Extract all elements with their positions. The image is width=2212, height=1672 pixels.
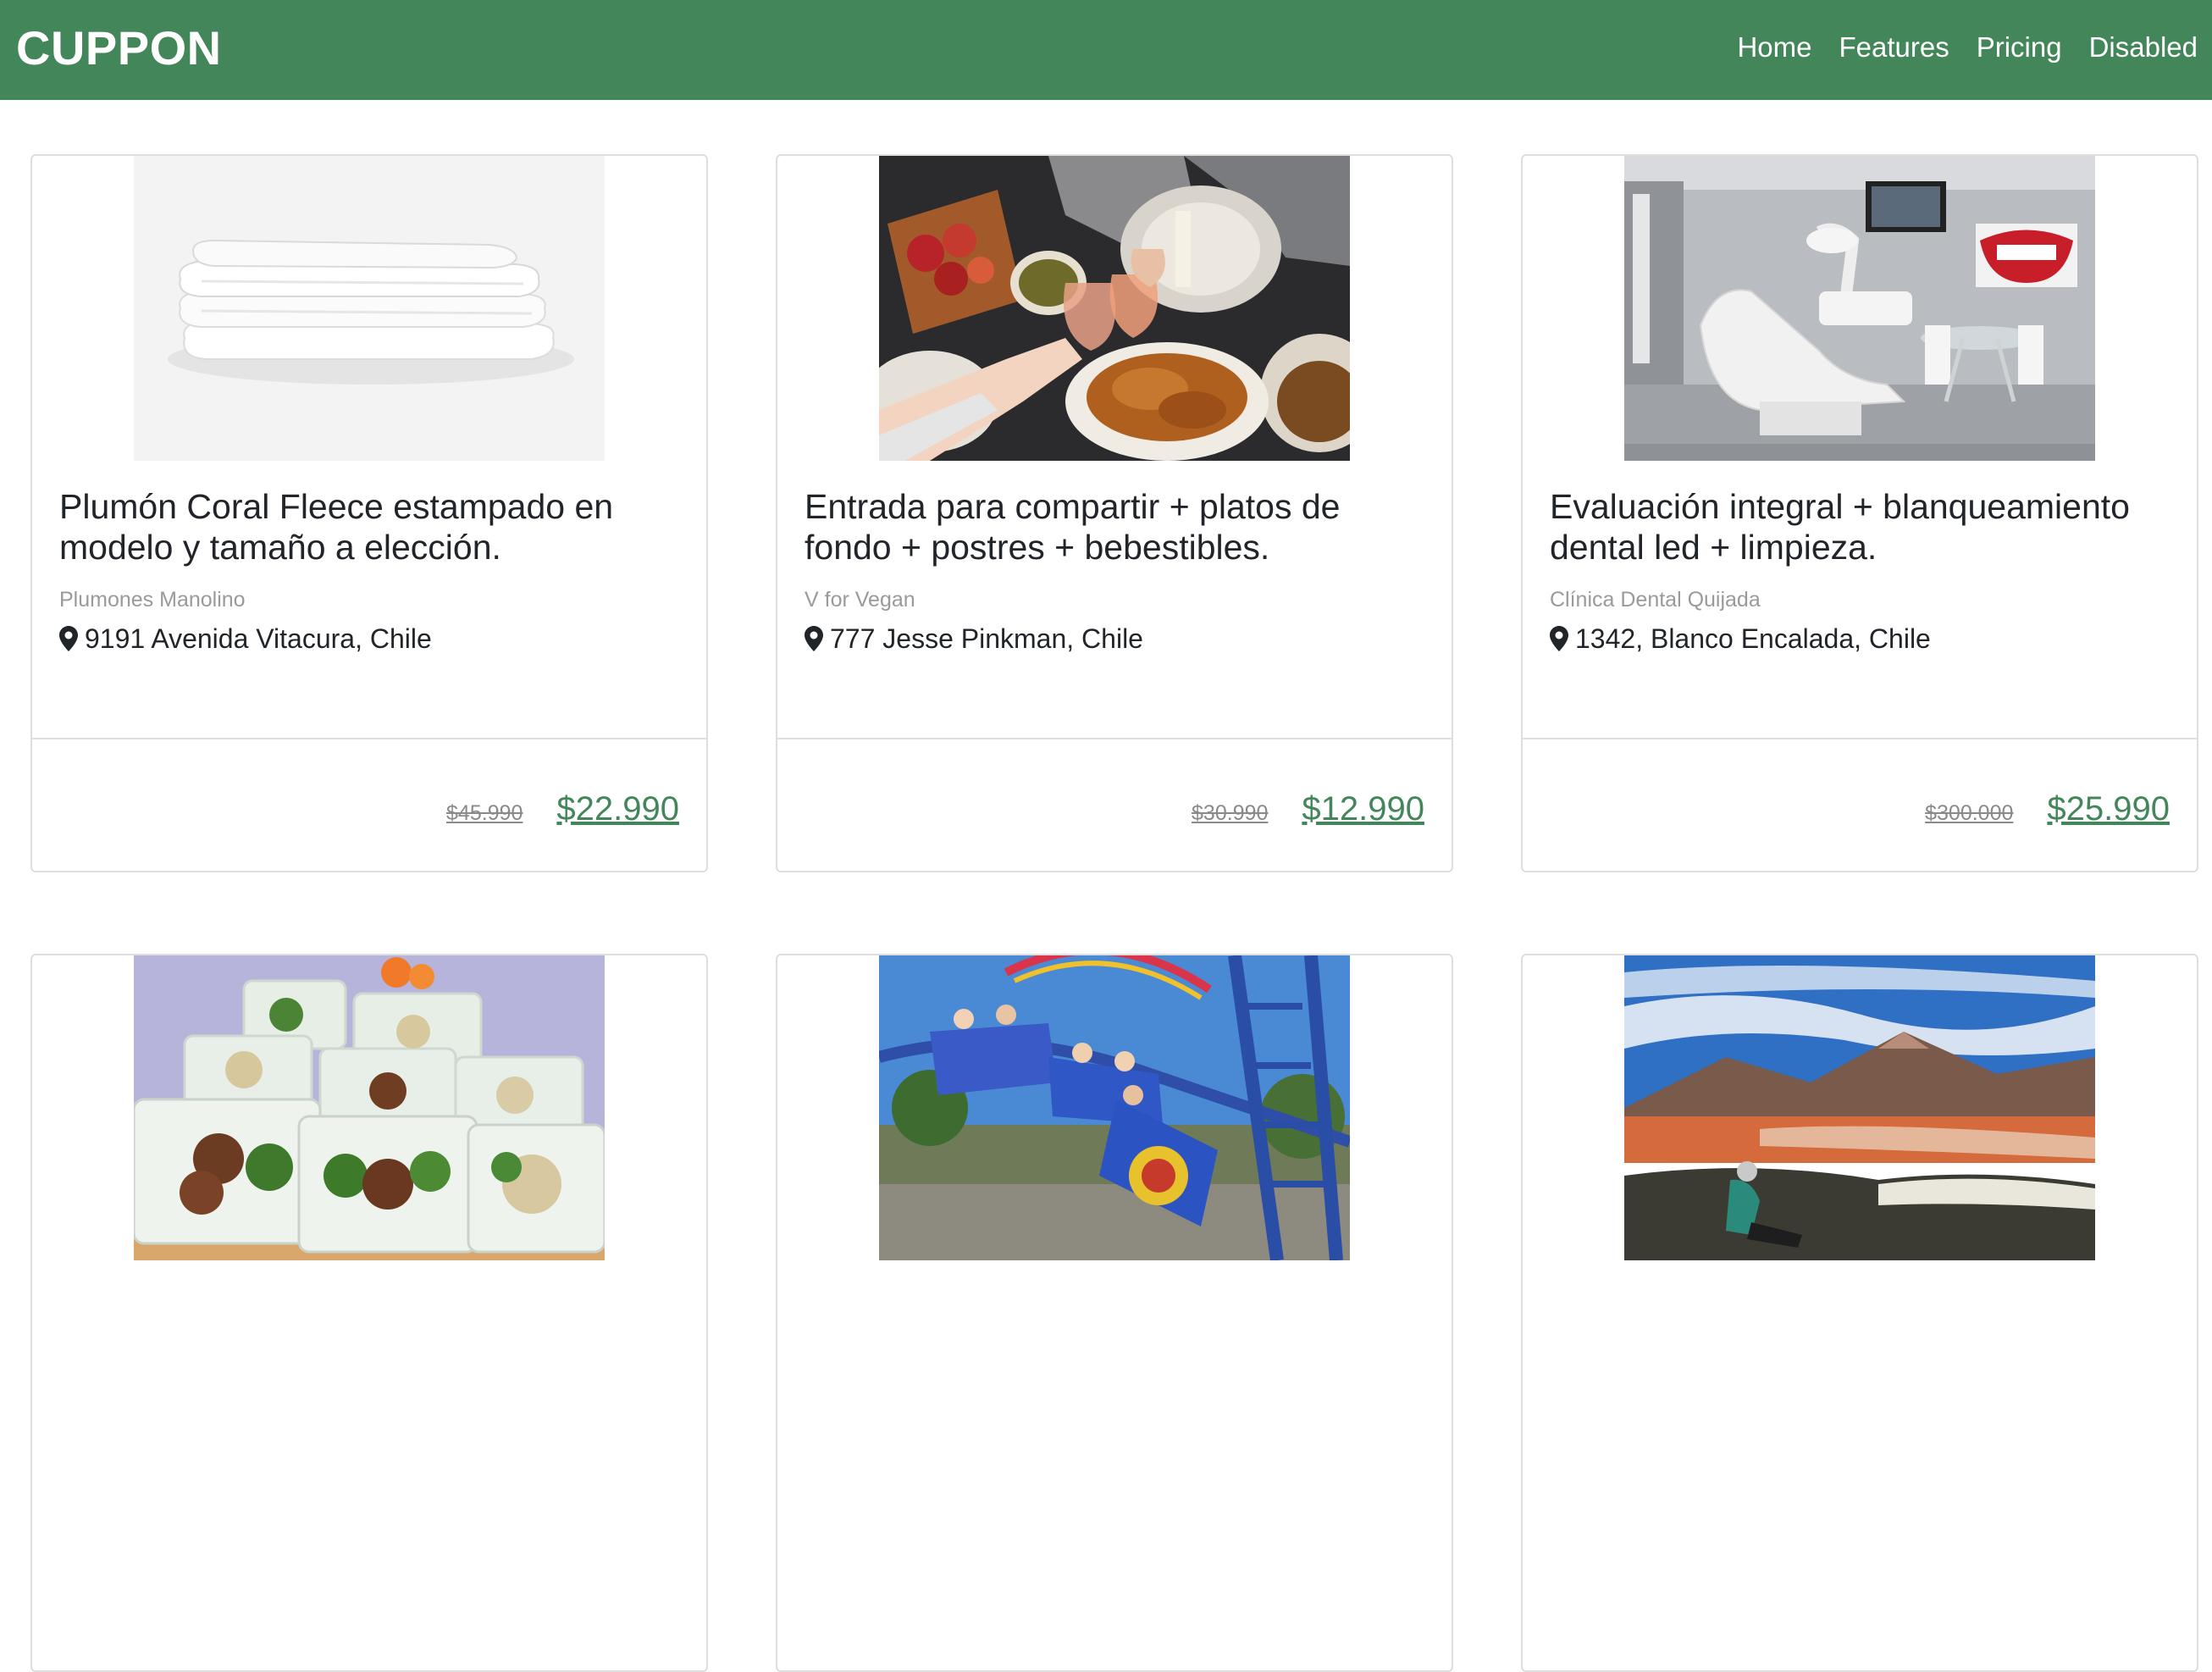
address-text: 777 Jesse Pinkman, Chile <box>830 623 1143 654</box>
map-pin-icon <box>1550 626 1568 651</box>
nav-link-home[interactable]: Home <box>1737 29 1811 66</box>
deal-card[interactable]: Evaluación integral + blanqueamiento den… <box>1521 154 2198 872</box>
navbar: CUPPON Home Features Pricing Disabled <box>0 0 2212 100</box>
deal-card[interactable] <box>30 954 708 1672</box>
deals-grid: Plumón Coral Fleece estampado en modelo … <box>30 154 2198 1672</box>
price-group: $30.990 $12.990 <box>1192 790 1424 828</box>
card-footer: $300.000 $25.990 <box>1523 738 2197 871</box>
meal-prep-image[interactable] <box>134 955 605 1260</box>
price-group: $300.000 $25.990 <box>1925 790 2170 828</box>
address-text: 9191 Avenida Vitacura, Chile <box>85 623 432 654</box>
nav-link-features[interactable]: Features <box>1839 29 1949 66</box>
nav-link-pricing[interactable]: Pricing <box>1977 29 2062 66</box>
duvet-image[interactable] <box>134 156 605 461</box>
dental-clinic-image[interactable] <box>1624 156 2095 461</box>
card-body: Entrada para compartir + platos de fondo… <box>805 486 1424 656</box>
new-price-link[interactable]: $12.990 <box>1302 790 1424 828</box>
card-title[interactable]: Plumón Coral Fleece estampado en modelo … <box>59 486 679 567</box>
roller-coaster-image[interactable] <box>879 955 1350 1260</box>
dinner-table-image[interactable] <box>879 156 1350 461</box>
old-price: $30.990 <box>1192 801 1269 825</box>
old-price: $45.990 <box>446 801 523 825</box>
deal-card[interactable] <box>776 954 1453 1672</box>
card-title[interactable]: Evaluación integral + blanqueamiento den… <box>1550 486 2170 567</box>
nav-link-disabled[interactable]: Disabled <box>2089 29 2198 66</box>
card-address: 1342, Blanco Encalada, Chile <box>1550 622 2170 656</box>
deal-card[interactable]: Plumón Coral Fleece estampado en modelo … <box>30 154 708 872</box>
brand-logo[interactable]: CUPPON <box>16 19 222 78</box>
card-merchant: Plumones Manolino <box>59 588 246 612</box>
nav-links: Home Features Pricing Disabled <box>1737 29 2198 66</box>
card-footer: $45.990 $22.990 <box>32 738 706 871</box>
card-merchant: V for Vegan <box>805 588 915 612</box>
card-title[interactable]: Entrada para compartir + platos de fondo… <box>805 486 1424 567</box>
card-footer: $30.990 $12.990 <box>777 738 1452 871</box>
card-merchant: Clínica Dental Quijada <box>1550 588 1761 612</box>
deal-card[interactable]: Entrada para compartir + platos de fondo… <box>776 154 1453 872</box>
new-price-link[interactable]: $25.990 <box>2047 790 2170 828</box>
map-pin-icon <box>805 626 823 651</box>
deal-card[interactable] <box>1521 954 2198 1672</box>
old-price: $300.000 <box>1925 801 2014 825</box>
new-price-link[interactable]: $22.990 <box>556 790 679 828</box>
altiplano-lagoon-image[interactable] <box>1624 955 2095 1260</box>
card-body: Plumón Coral Fleece estampado en modelo … <box>59 486 679 656</box>
price-group: $45.990 $22.990 <box>446 790 679 828</box>
card-body: Evaluación integral + blanqueamiento den… <box>1550 486 2170 656</box>
card-address: 9191 Avenida Vitacura, Chile <box>59 622 679 656</box>
map-pin-icon <box>59 626 78 651</box>
address-text: 1342, Blanco Encalada, Chile <box>1575 623 1931 654</box>
card-address: 777 Jesse Pinkman, Chile <box>805 622 1424 656</box>
